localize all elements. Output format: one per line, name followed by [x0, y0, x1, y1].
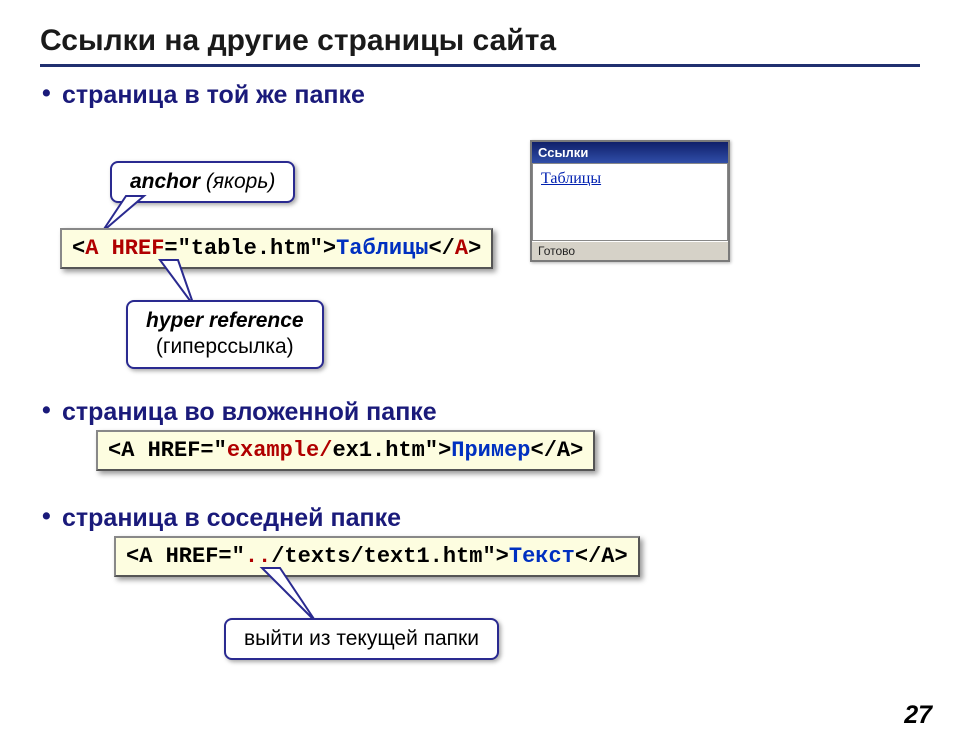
callout-anchor-em: anchor: [130, 170, 200, 193]
browser-body: Таблицы: [532, 163, 728, 241]
code1-sp: [98, 236, 111, 261]
code2-linktext: Пример: [451, 438, 530, 463]
slide-title: Ссылки на другие страницы сайта: [40, 24, 920, 58]
code1-close1: </: [428, 236, 454, 261]
browser-status: Готово: [532, 241, 728, 260]
bullet-nested-folder: страница во вложенной папке: [40, 398, 437, 427]
code1-a-close: A: [455, 236, 468, 261]
code1-linktext: Таблицы: [336, 236, 428, 261]
code2-p2: ex1.htm">: [332, 438, 451, 463]
callout-href-em: hyper reference: [146, 309, 304, 332]
code3-p3: </A>: [575, 544, 628, 569]
title-rule: [40, 64, 920, 67]
code2-dir: example/: [227, 438, 333, 463]
code2-p1: <A HREF=": [108, 438, 227, 463]
browser-preview: Ссылки Таблицы Готово: [530, 140, 730, 262]
callout-updir: выйти из текущей папки: [224, 618, 499, 660]
browser-link[interactable]: Таблицы: [541, 170, 601, 187]
browser-titlebar: Ссылки: [532, 142, 728, 163]
code3-updir: ..: [245, 544, 271, 569]
code-box-nested-folder: <A HREF="example/ex1.htm">Пример</A>: [96, 430, 595, 471]
bullet-sibling-folder: страница в соседней папке: [40, 504, 401, 533]
callout-anchor-rest: (якорь): [200, 170, 275, 193]
callout-updir-text: выйти из текущей папки: [244, 627, 479, 650]
code3-p2: /texts/text1.htm">: [271, 544, 509, 569]
callout-href: hyper reference (гиперссылка): [126, 300, 324, 369]
callout-anchor: anchor (якорь): [110, 161, 295, 203]
code1-href: HREF: [112, 236, 165, 261]
code3-p1: <A HREF=": [126, 544, 245, 569]
code2-p3: </A>: [531, 438, 584, 463]
callout-href-rest: (гиперссылка): [146, 334, 304, 360]
code1-attr: ="table.htm">: [164, 236, 336, 261]
code1-close2: >: [468, 236, 481, 261]
bullet-same-folder: страница в той же папке: [40, 81, 920, 110]
page-number: 27: [904, 701, 932, 730]
code-box-same-folder: <A HREF="table.htm">Таблицы</A>: [60, 228, 493, 269]
code1-lt: <: [72, 236, 85, 261]
code3-linktext: Текст: [509, 544, 575, 569]
code-box-sibling-folder: <A HREF="../texts/text1.htm">Текст</A>: [114, 536, 640, 577]
code1-a-open: A: [85, 236, 98, 261]
